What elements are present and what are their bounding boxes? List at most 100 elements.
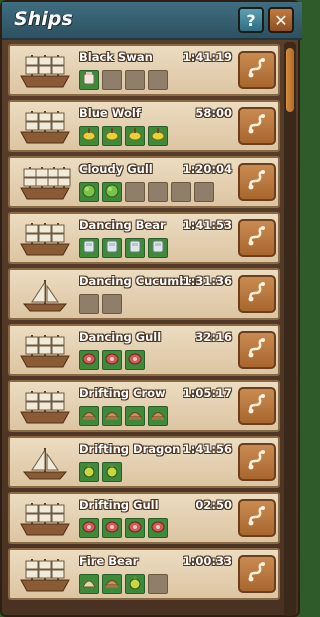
cargo-slots	[79, 518, 168, 538]
help-button[interactable]: ?	[238, 7, 264, 33]
ship-list[interactable]: Black Swan 1:41:19 Blue Wolf 58:00 Cloudy Gu…	[8, 42, 280, 616]
cargo-slot[interactable]	[79, 518, 99, 538]
cargo-slot[interactable]	[125, 238, 145, 258]
empty-cargo-slot[interactable]	[102, 70, 122, 90]
shell-icon	[81, 574, 97, 594]
route-button[interactable]	[238, 443, 276, 481]
empty-cargo-slot[interactable]	[102, 294, 122, 314]
meat-icon	[127, 350, 143, 370]
cargo-slots	[79, 350, 145, 370]
galleon-icon	[18, 108, 72, 146]
ship-row[interactable]: Dancing Gull 32:16	[8, 324, 280, 376]
route-button[interactable]	[238, 275, 276, 313]
cargo-slot[interactable]	[102, 518, 122, 538]
ship-name: Fire Bear	[79, 554, 139, 568]
potion-icon	[127, 574, 143, 594]
cargo-slot[interactable]	[79, 406, 99, 426]
cargo-slot[interactable]	[102, 462, 122, 482]
ship-row[interactable]: Cloudy Gull 1:20:04	[8, 156, 280, 208]
route-icon	[245, 560, 269, 588]
cargo-slot[interactable]	[79, 126, 99, 146]
scrollbar-thumb[interactable]	[286, 48, 294, 112]
ship-row[interactable]: Black Swan 1:41:19	[8, 44, 280, 96]
meat-icon	[81, 518, 97, 538]
cargo-slot[interactable]	[148, 126, 168, 146]
empty-cargo-slot[interactable]	[125, 182, 145, 202]
route-icon	[245, 112, 269, 140]
meat-icon	[150, 518, 166, 538]
cargo-slot[interactable]	[102, 574, 122, 594]
large-galleon-icon	[18, 164, 72, 202]
cargo-slot[interactable]	[148, 518, 168, 538]
ship-timer: 02:50	[195, 498, 232, 512]
route-button[interactable]	[238, 163, 276, 201]
bread-icon	[81, 406, 97, 426]
galleon-icon	[18, 388, 72, 426]
cargo-slots	[79, 182, 214, 202]
empty-cargo-slot[interactable]	[148, 574, 168, 594]
cargo-slot[interactable]	[102, 182, 122, 202]
cargo-slots	[79, 406, 168, 426]
cargo-slot[interactable]	[148, 238, 168, 258]
ship-timer: 1:41:53	[182, 218, 232, 232]
route-icon	[245, 392, 269, 420]
empty-cargo-slot[interactable]	[125, 70, 145, 90]
route-button[interactable]	[238, 387, 276, 425]
cargo-slot[interactable]	[148, 406, 168, 426]
ship-timer: 1:41:19	[182, 50, 232, 64]
route-icon	[245, 504, 269, 532]
empty-cargo-slot[interactable]	[194, 182, 214, 202]
meat-icon	[104, 518, 120, 538]
ship-row[interactable]: Dancing Bear 1:41:53	[8, 212, 280, 264]
bread-icon	[104, 406, 120, 426]
cargo-slot[interactable]	[102, 406, 122, 426]
ship-row[interactable]: Drifting Crow 1:05:17	[8, 380, 280, 432]
route-button[interactable]	[238, 219, 276, 257]
potion-icon	[81, 462, 97, 482]
cargo-slot[interactable]	[125, 350, 145, 370]
empty-cargo-slot[interactable]	[171, 182, 191, 202]
scrollbar[interactable]	[284, 42, 296, 616]
lemon-icon	[104, 126, 120, 146]
cargo-slot[interactable]	[79, 462, 99, 482]
cargo-slots	[79, 126, 168, 146]
ship-timer: 1:00:33	[182, 554, 232, 568]
cargo-slot[interactable]	[79, 574, 99, 594]
empty-cargo-slot[interactable]	[148, 182, 168, 202]
cargo-slot[interactable]	[125, 574, 145, 594]
ship-row[interactable]: Drifting Gull 02:50	[8, 492, 280, 544]
empty-cargo-slot[interactable]	[79, 294, 99, 314]
ship-timer: 1:41:56	[182, 442, 232, 456]
cargo-slot[interactable]	[125, 126, 145, 146]
cargo-slot[interactable]	[79, 70, 99, 90]
close-button[interactable]: ✕	[268, 7, 294, 33]
route-button[interactable]	[238, 499, 276, 537]
route-button[interactable]	[238, 51, 276, 89]
cargo-slot[interactable]	[125, 406, 145, 426]
empty-cargo-slot[interactable]	[148, 70, 168, 90]
cargo-slot[interactable]	[102, 238, 122, 258]
cargo-slot[interactable]	[79, 350, 99, 370]
cargo-slots	[79, 238, 168, 258]
flour-icon	[81, 70, 97, 90]
ship-timer: 58:00	[195, 106, 232, 120]
cargo-slot[interactable]	[79, 238, 99, 258]
bread-icon	[127, 406, 143, 426]
route-button[interactable]	[238, 555, 276, 593]
lemon-icon	[127, 126, 143, 146]
ship-row[interactable]: Blue Wolf 58:00	[8, 100, 280, 152]
herb-icon	[104, 182, 120, 202]
cargo-slot[interactable]	[102, 126, 122, 146]
cargo-slot[interactable]	[102, 350, 122, 370]
lemon-icon	[150, 126, 166, 146]
route-button[interactable]	[238, 331, 276, 369]
ship-row[interactable]: Fire Bear 1:00:33	[8, 548, 280, 600]
ship-timer: 1:05:17	[182, 386, 232, 400]
ship-row[interactable]: Dancing Cucumber 1:31:36	[8, 268, 280, 320]
sailboat-icon	[18, 444, 72, 482]
cargo-slot[interactable]	[125, 518, 145, 538]
ship-row[interactable]: Drifting Dragon 1:41:56	[8, 436, 280, 488]
cargo-slot[interactable]	[79, 182, 99, 202]
route-button[interactable]	[238, 107, 276, 145]
ship-timer: 1:20:04	[182, 162, 232, 176]
